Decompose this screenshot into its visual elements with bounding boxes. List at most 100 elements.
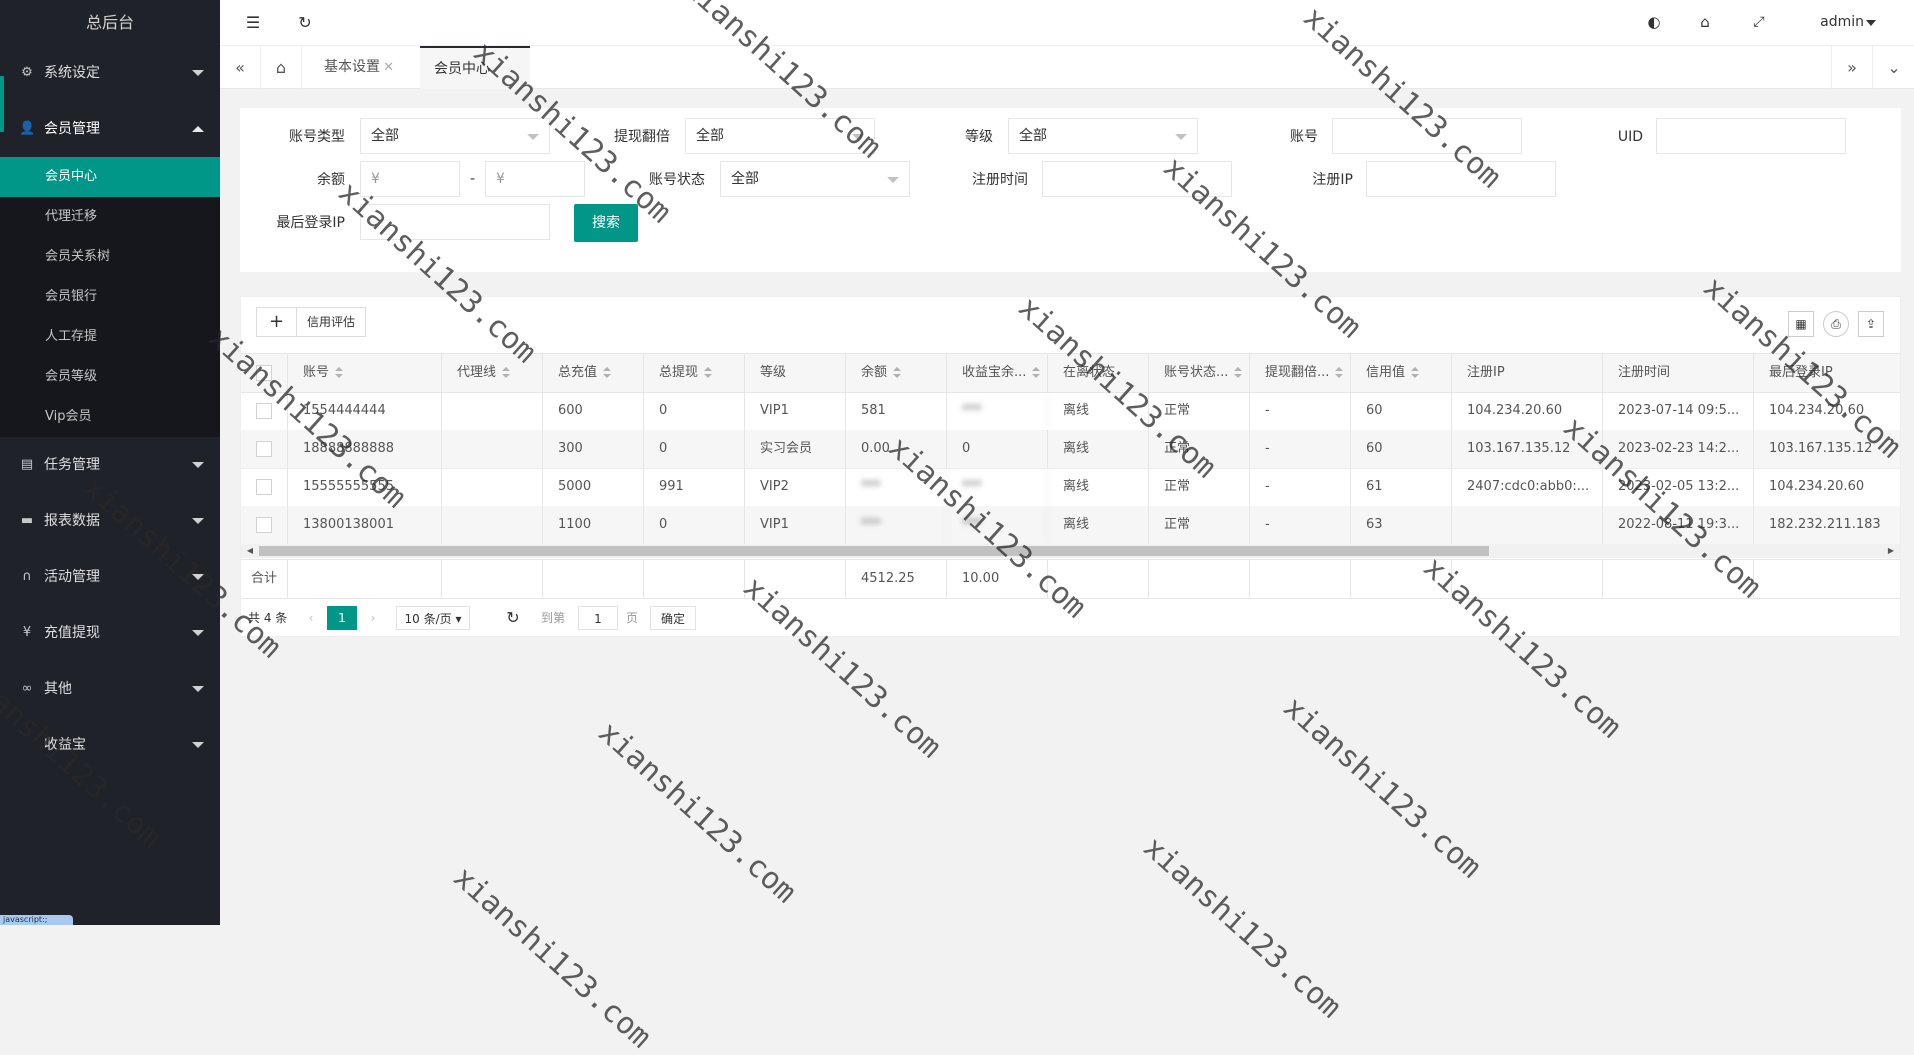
page-size-select[interactable]: 10 条/页 ▾	[396, 606, 470, 630]
sort-icon[interactable]	[1234, 366, 1243, 379]
export-icon[interactable]: ⇪	[1858, 311, 1884, 337]
account-status-select[interactable]: 全部	[720, 161, 910, 197]
sort-icon[interactable]	[893, 366, 902, 379]
sort-icon[interactable]	[502, 366, 511, 379]
level-select[interactable]: 全部	[1008, 118, 1198, 154]
page-1-button[interactable]: 1	[327, 606, 357, 630]
palette-icon[interactable]: ◐	[1639, 0, 1669, 45]
refresh-icon[interactable]: ↻	[503, 606, 523, 630]
home-icon[interactable]: ⌂	[261, 46, 302, 89]
print-icon[interactable]: ⎙	[1823, 311, 1849, 337]
goto-confirm-button[interactable]: 确定	[650, 606, 696, 630]
table-row[interactable]: 15555555555 5000 991 VIP2 *** *** 离线 正常 …	[241, 468, 1900, 507]
sort-icon[interactable]	[1411, 366, 1420, 379]
sort-icon[interactable]	[1032, 366, 1041, 379]
level-label: 等级	[965, 129, 993, 145]
sort-icon[interactable]	[704, 366, 713, 379]
tabs-scroll-left-icon[interactable]: «	[220, 46, 261, 89]
cell-last-ip: 104.234.20.60	[1769, 479, 1865, 494]
tag-icon[interactable]: ⌂	[1690, 0, 1720, 45]
nav-group-member-management[interactable]: 👤 会员管理	[0, 101, 220, 157]
columns-filter-icon[interactable]: ▦	[1788, 311, 1814, 337]
prev-page-icon[interactable]: ‹	[301, 606, 321, 630]
uid-input[interactable]	[1656, 118, 1846, 154]
table-row[interactable]: 13800138001 1100 0 VIP1 *** *** 离线 正常 - …	[241, 506, 1900, 545]
row-select-cell	[241, 392, 288, 430]
chevron-down-icon	[1175, 134, 1187, 140]
row-checkbox[interactable]	[256, 478, 272, 495]
table-row[interactable]: 18888888888 300 0 实习会员 0.00 0 离线 正常 - 60…	[241, 430, 1900, 469]
total-empty	[1452, 560, 1603, 598]
row-checkbox[interactable]	[256, 516, 272, 533]
fullscreen-icon[interactable]: ⤢	[1744, 0, 1774, 45]
sort-icon[interactable]	[603, 366, 612, 379]
col-label: 代理线	[457, 365, 497, 380]
sidebar-item-member-bank[interactable]: 会员银行	[0, 277, 220, 317]
col-agent[interactable]: 代理线	[442, 354, 543, 392]
select-all-cell	[241, 354, 288, 392]
tabs-scroll-right-icon[interactable]: »	[1831, 46, 1873, 89]
nav-group-yield-treasure[interactable]: 收益宝	[0, 717, 220, 773]
menu-collapse-icon[interactable]: ☰	[238, 0, 268, 45]
col-balance[interactable]: 余额	[846, 354, 947, 392]
table-row[interactable]: 1554444444 600 0 VIP1 581 *** 离线 正常 - 60…	[241, 392, 1900, 431]
last-login-ip-input[interactable]	[360, 204, 550, 240]
register-ip-input[interactable]	[1366, 161, 1556, 197]
row-select-cell	[241, 468, 288, 506]
table-header: 账号 代理线 总充值 总提现 等级 余额 收益宝余... 在离状态 账号状态..…	[241, 353, 1900, 393]
sidebar-item-vip-member[interactable]: Vip会员	[0, 397, 220, 437]
col-status[interactable]: 账号状态...	[1149, 354, 1250, 392]
close-icon[interactable]: ✕	[383, 46, 394, 89]
scroll-left-arrow-icon[interactable]: ◀	[243, 544, 257, 558]
cell-reg-ip	[1452, 506, 1603, 544]
withdraw-double-select[interactable]: 全部	[685, 118, 875, 154]
nav-group-task-management[interactable]: ▤ 任务管理	[0, 437, 220, 493]
col-account[interactable]: 账号	[288, 354, 442, 392]
row-checkbox[interactable]	[256, 440, 272, 457]
sort-icon[interactable]	[335, 366, 344, 379]
next-page-icon[interactable]: ›	[363, 606, 383, 630]
col-credit[interactable]: 信用值	[1351, 354, 1452, 392]
tab-member-center[interactable]: 会员中心	[420, 46, 530, 89]
cell-last-ip: 103.167.135.12	[1769, 441, 1873, 456]
sidebar-item-agent-migration[interactable]: 代理迁移	[0, 197, 220, 237]
sidebar-item-member-tree[interactable]: 会员关系树	[0, 237, 220, 277]
tab-basic-settings[interactable]: 基本设置 ✕	[302, 46, 404, 89]
cell-account: 13800138001	[288, 506, 442, 544]
nav-group-report-data[interactable]: ▬ 报表数据	[0, 493, 220, 549]
watermark: xianshi123.com	[591, 715, 803, 911]
balance-min-input[interactable]: ¥	[360, 161, 460, 197]
user-menu[interactable]: admin	[1820, 0, 1864, 45]
sidebar-item-manual-deposit[interactable]: 人工存提	[0, 317, 220, 357]
goto-page-input[interactable]: 1	[578, 606, 618, 630]
scroll-thumb[interactable]	[259, 546, 1489, 556]
sidebar-item-member-level[interactable]: 会员等级	[0, 357, 220, 397]
sort-icon[interactable]	[1335, 366, 1344, 379]
register-time-input[interactable]	[1042, 161, 1232, 197]
col-double[interactable]: 提现翻倍...	[1250, 354, 1351, 392]
row-checkbox[interactable]	[256, 402, 272, 419]
nav-group-recharge-withdraw[interactable]: ¥ 充值提现	[0, 605, 220, 661]
add-button[interactable]: +	[256, 307, 297, 337]
account-input[interactable]	[1332, 118, 1522, 154]
cell-agent	[442, 468, 543, 506]
select-all-checkbox[interactable]	[256, 364, 272, 381]
total-empty	[288, 560, 442, 598]
col-recharge[interactable]: 总充值	[543, 354, 644, 392]
chevron-down-icon[interactable]: ⌄	[1874, 46, 1914, 89]
chat-icon: ▬	[20, 513, 34, 528]
col-withdraw[interactable]: 总提现	[644, 354, 745, 392]
refresh-icon[interactable]: ↻	[290, 0, 320, 45]
account-type-select[interactable]: 全部	[360, 118, 550, 154]
balance-max-input[interactable]: ¥	[485, 161, 585, 197]
search-button[interactable]: 搜索	[574, 204, 638, 242]
nav-group-activity-management[interactable]: ∩ 活动管理	[0, 549, 220, 605]
nav-group-system-settings[interactable]: ⚙ 系统设定	[0, 45, 220, 101]
sidebar-item-member-center[interactable]: 会员中心	[0, 157, 220, 197]
horizontal-scrollbar[interactable]: ◀ ▶	[241, 544, 1900, 558]
table-panel: + 信用评估 ▦ ⎙ ⇪ 账号 代理线 总充值 总提现 等级 余额 收益宝余..…	[240, 296, 1901, 637]
scroll-right-arrow-icon[interactable]: ▶	[1884, 544, 1898, 558]
nav-group-other[interactable]: ∞ 其他	[0, 661, 220, 717]
credit-evaluation-button[interactable]: 信用评估	[296, 307, 366, 337]
col-yield[interactable]: 收益宝余...	[947, 354, 1048, 392]
